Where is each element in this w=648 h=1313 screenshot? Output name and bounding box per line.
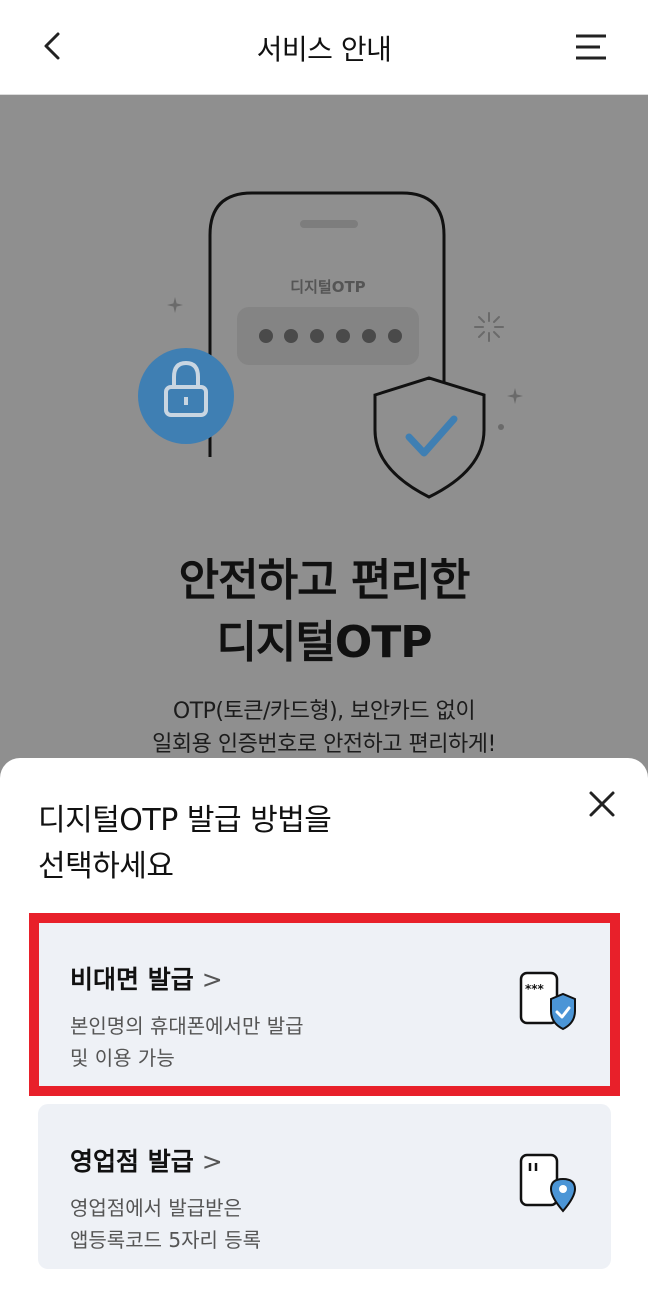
page-title: 서비스 안내 <box>256 33 392 66</box>
digital-otp-illustration: 디지털OTP <box>138 191 523 499</box>
sheet-title: 디지털OTP 발급 방법을 선택하세요 <box>38 803 332 884</box>
phone-location-icon <box>519 1153 577 1213</box>
hamburger-menu-icon[interactable] <box>570 30 610 64</box>
option-description: 영업점에서 발급받은 앱등록코드 5자리 등록 <box>70 1196 262 1252</box>
close-icon[interactable] <box>584 786 620 822</box>
otp-card-label: 디지털OTP <box>290 278 365 296</box>
shield-icon <box>373 376 486 499</box>
option-label: 비대면 발급 <box>70 965 194 994</box>
hero-title: 안전하고 편리한 디지털OTP <box>178 555 471 668</box>
svg-text:***: *** <box>525 982 545 996</box>
chevron-right-icon: > <box>201 1147 223 1176</box>
option-label: 영업점 발급 <box>70 1147 194 1176</box>
hero-description: OTP(토큰/카드형), 보안카드 없이 일회용 인증번호로 안전하고 편리하게… <box>152 699 496 757</box>
option-non-face-to-face-issue[interactable]: 비대면 발급 > 본인명의 휴대폰에서만 발급 및 이용 가능 *** <box>29 913 620 1096</box>
option-branch-issue[interactable]: 영업점 발급 > 영업점에서 발급받은 앱등록코드 5자리 등록 <box>38 1104 611 1269</box>
chevron-right-icon: > <box>201 965 223 994</box>
header-bar: 서비스 안내 <box>0 0 648 95</box>
phone-shield-icon: *** <box>519 971 576 1031</box>
option-description: 본인명의 휴대폰에서만 발급 및 이용 가능 <box>70 1014 304 1070</box>
issue-method-bottom-sheet: 디지털OTP 발급 방법을 선택하세요 비대면 발급 > 본인명의 휴대폰에서만 … <box>0 758 648 1313</box>
hero-section: 디지털OTP 안전하고 편리한 디지털OTP OTP(토큰/카드형), 보안카드… <box>0 95 648 795</box>
